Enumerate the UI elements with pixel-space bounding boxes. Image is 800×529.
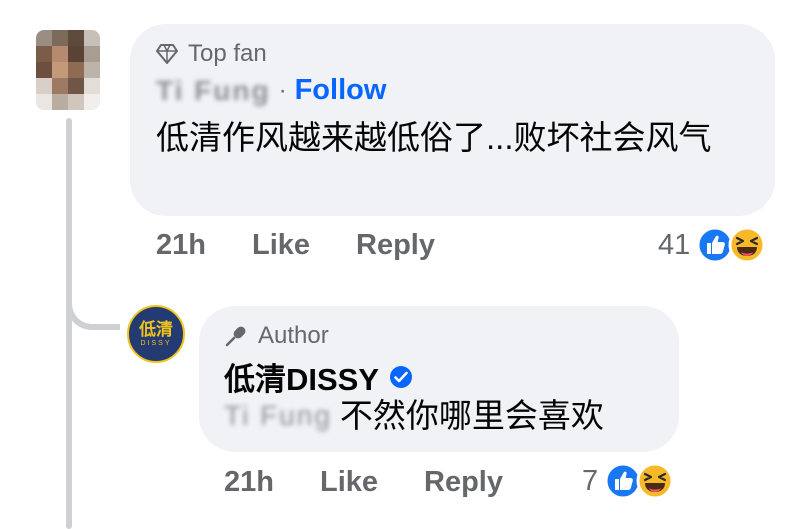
reaction-summary[interactable]: 7 — [582, 462, 674, 500]
comment-header: Ti Fung · Follow — [156, 74, 386, 107]
top-fan-badge: Top fan — [156, 40, 267, 68]
reply-time[interactable]: 21h — [224, 466, 274, 499]
page-name[interactable]: 低清DISSY — [224, 354, 379, 399]
reaction-summary[interactable]: 41 — [658, 226, 766, 264]
reply-text: 不然你哪里会喜欢 — [339, 397, 604, 434]
page-avatar[interactable]: 低清 DISSY — [127, 305, 185, 363]
reaction-count: 41 — [658, 228, 691, 261]
thread-line — [66, 118, 72, 529]
like-button[interactable]: Like — [320, 466, 378, 499]
like-button[interactable]: Like — [252, 229, 310, 262]
follow-button[interactable]: Follow — [295, 74, 387, 107]
reply-actions: 21h Like Reply — [224, 466, 503, 499]
reaction-count: 7 — [582, 464, 599, 497]
verified-badge-icon — [390, 365, 413, 388]
reply-header: 低清DISSY — [224, 354, 413, 399]
thread-branch-line — [66, 290, 120, 330]
reaction-icons — [604, 462, 674, 500]
separator-dot: · — [278, 76, 287, 104]
commenter-name[interactable]: Ti Fung — [156, 75, 271, 107]
haha-icon — [728, 226, 766, 264]
comment-actions: 21h Like Reply — [156, 229, 435, 262]
reply-body: Ti Fung 不然你哪里会喜欢 — [224, 394, 604, 438]
page-avatar-text: 低清 — [139, 319, 173, 339]
diamond-icon — [156, 44, 178, 64]
reaction-icons — [696, 226, 766, 264]
reply-button[interactable]: Reply — [356, 229, 435, 262]
comment-text: 低清作风越来越低俗了...败坏社会风气 — [156, 119, 712, 156]
comment-time[interactable]: 21h — [156, 229, 206, 262]
badge-label: Top fan — [188, 40, 267, 67]
author-badge: Author — [224, 322, 329, 350]
haha-icon — [636, 462, 674, 500]
reply-button[interactable]: Reply — [424, 466, 503, 499]
badge-label: Author — [258, 322, 329, 349]
commenter-avatar[interactable] — [36, 30, 100, 110]
microphone-icon — [225, 326, 246, 347]
mention-tag[interactable]: Ti Fung — [224, 394, 332, 438]
page-avatar-subtext: DISSY — [140, 339, 172, 347]
